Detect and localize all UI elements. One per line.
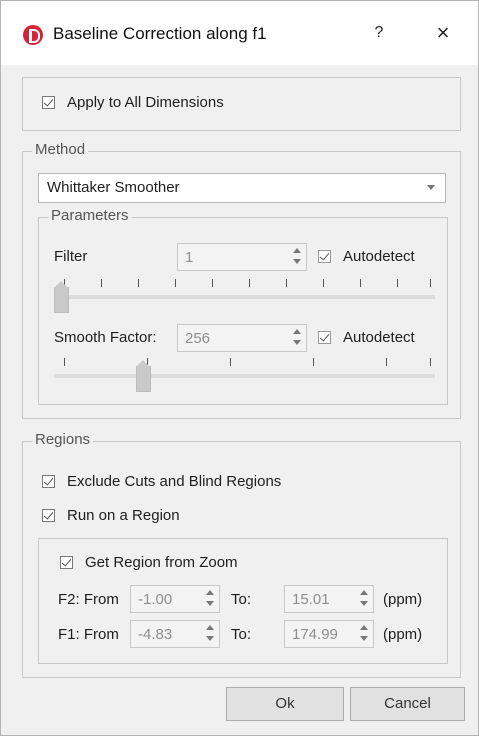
- slider-tick: [212, 279, 213, 287]
- baseline-correction-dialog: Baseline Correction along f1 ? × Apply t…: [0, 0, 479, 736]
- apply-all-label: Apply to All Dimensions: [67, 94, 224, 111]
- slider-tick: [397, 279, 398, 287]
- method-dropdown[interactable]: Whittaker Smoother: [38, 173, 446, 203]
- f1-to-label: To:: [231, 626, 252, 643]
- regions-legend: Regions: [32, 431, 94, 448]
- title-bar: Baseline Correction along f1 ? ×: [1, 1, 478, 65]
- filter-spinbox[interactable]: 1: [177, 243, 307, 271]
- smooth-factor-autodetect-checkbox[interactable]: [318, 331, 331, 344]
- filter-autodetect-checkbox[interactable]: [318, 250, 331, 263]
- filter-autodetect-label: Autodetect: [343, 248, 415, 265]
- spin-arrows-icon[interactable]: [292, 248, 302, 266]
- cancel-button[interactable]: Cancel: [350, 687, 465, 721]
- f2-to-spinbox[interactable]: 15.01: [284, 585, 374, 613]
- f1-to-value: 174.99: [292, 626, 338, 643]
- slider-tick: [138, 279, 139, 287]
- f2-from-label: F2: From: [58, 591, 119, 608]
- f1-unit-label: (ppm): [383, 626, 423, 643]
- f2-from-value: -1.00: [138, 591, 173, 608]
- filter-slider[interactable]: [54, 279, 435, 315]
- slider-tick: [175, 279, 176, 287]
- slider-tick: [249, 279, 250, 287]
- chevron-down-icon: [427, 185, 435, 190]
- close-button[interactable]: ×: [429, 19, 457, 47]
- f1-from-value: -4.83: [138, 626, 173, 643]
- smooth-factor-label: Smooth Factor:: [54, 329, 157, 346]
- slider-tick: [286, 279, 287, 287]
- spin-arrows-icon[interactable]: [359, 590, 369, 608]
- slider-tick: [430, 279, 431, 287]
- run-on-region-checkbox[interactable]: [42, 509, 55, 522]
- smooth-factor-autodetect-label: Autodetect: [343, 329, 415, 346]
- smooth-factor-slider-handle[interactable]: [136, 360, 151, 392]
- spin-arrows-icon[interactable]: [205, 590, 215, 608]
- slider-tick: [323, 279, 324, 287]
- spin-arrows-icon[interactable]: [359, 625, 369, 643]
- run-on-region-label: Run on a Region: [67, 507, 180, 524]
- smooth-factor-slider[interactable]: [54, 358, 435, 394]
- help-button[interactable]: ?: [367, 21, 391, 45]
- smooth-factor-slider-groove: [54, 374, 435, 378]
- exclude-cuts-label: Exclude Cuts and Blind Regions: [67, 473, 282, 490]
- filter-slider-handle[interactable]: [54, 281, 69, 313]
- apply-all-checkbox[interactable]: [42, 96, 55, 109]
- get-from-zoom-checkbox[interactable]: [60, 556, 73, 569]
- slider-tick: [230, 358, 231, 366]
- slider-tick: [430, 358, 431, 366]
- f2-unit-label: (ppm): [383, 591, 423, 608]
- f2-to-label: To:: [231, 591, 252, 608]
- f1-from-spinbox[interactable]: -4.83: [130, 620, 220, 648]
- slider-tick: [386, 358, 387, 366]
- f2-from-spinbox[interactable]: -1.00: [130, 585, 220, 613]
- slider-tick: [360, 279, 361, 287]
- smooth-factor-spinbox[interactable]: 256: [177, 324, 307, 352]
- slider-tick: [64, 358, 65, 366]
- exclude-cuts-checkbox[interactable]: [42, 475, 55, 488]
- filter-value: 1: [185, 249, 194, 266]
- method-legend: Method: [32, 141, 89, 158]
- window-title: Baseline Correction along f1: [53, 24, 267, 43]
- f1-from-label: F1: From: [58, 626, 119, 643]
- parameters-legend: Parameters: [48, 207, 132, 224]
- ok-button[interactable]: Ok: [226, 687, 344, 721]
- slider-tick: [101, 279, 102, 287]
- app-logo-icon: [23, 25, 43, 45]
- spin-arrows-icon[interactable]: [205, 625, 215, 643]
- filter-label: Filter: [54, 248, 88, 265]
- filter-slider-groove: [54, 295, 435, 299]
- slider-tick: [313, 358, 314, 366]
- f1-to-spinbox[interactable]: 174.99: [284, 620, 374, 648]
- method-selected-value: Whittaker Smoother: [47, 179, 180, 196]
- smooth-factor-value: 256: [185, 330, 211, 347]
- get-from-zoom-label: Get Region from Zoom: [85, 554, 238, 571]
- f2-to-value: 15.01: [292, 591, 330, 608]
- spin-arrows-icon[interactable]: [292, 329, 302, 347]
